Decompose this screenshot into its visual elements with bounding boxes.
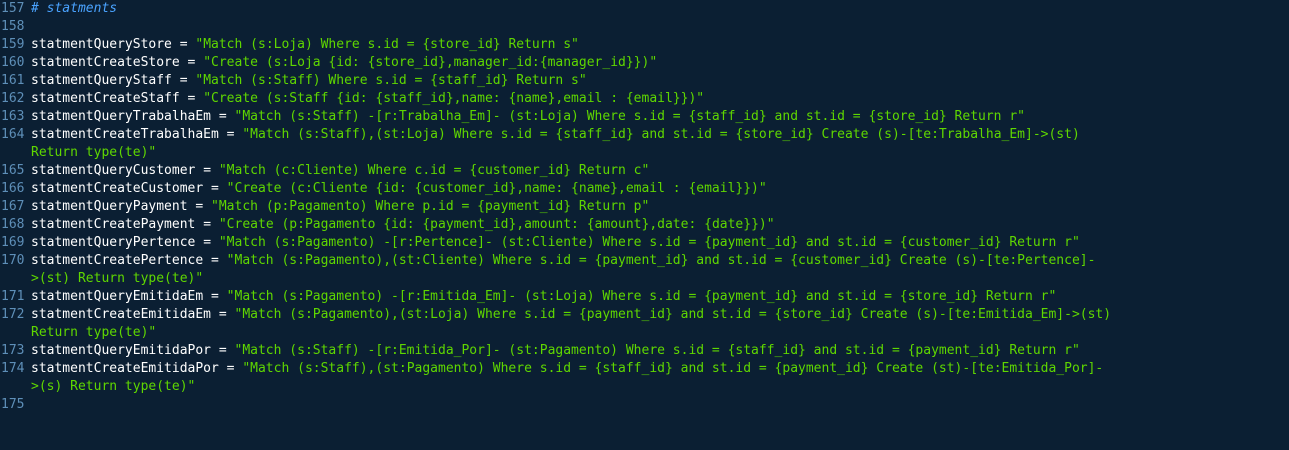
line-number: 174 xyxy=(1,361,25,376)
variable-name: statmentQueryEmitidaEm xyxy=(31,289,204,304)
line-number: 170 xyxy=(1,253,25,268)
line-number: 167 xyxy=(1,199,25,214)
code-line[interactable]: 163 statmentQueryTrabalhaEm = "Match (s:… xyxy=(0,108,1289,126)
assign-operator: = xyxy=(211,343,235,358)
line-number: 159 xyxy=(1,37,25,52)
line-number: 175 xyxy=(1,397,25,412)
assign-operator: = xyxy=(195,163,219,178)
assign-operator: = xyxy=(203,181,227,196)
line-number: 165 xyxy=(1,163,25,178)
code-line[interactable]: 165 statmentQueryCustomer = "Match (c:Cl… xyxy=(0,162,1289,180)
string-literal-continuation: Return type(te)" xyxy=(31,325,157,340)
code-line[interactable]: 168 statmentCreatePayment = "Create (p:P… xyxy=(0,216,1289,234)
string-literal: "Match (s:Pagamento) -[r:Pertence]- (st:… xyxy=(218,235,1080,250)
variable-name: statmentQueryPertence xyxy=(31,235,196,250)
variable-name: statmentQueryStaff xyxy=(31,73,172,88)
assign-operator: = xyxy=(203,289,227,304)
code-line[interactable]: 166 statmentCreateCustomer = "Create (c:… xyxy=(0,180,1289,198)
assign-operator: = xyxy=(179,55,204,70)
code-line[interactable]: 173 statmentQueryEmitidaPor = "Match (s:… xyxy=(0,342,1289,360)
variable-name: statmentCreateTrabalhaEm xyxy=(31,127,219,142)
line-number: 168 xyxy=(1,217,25,232)
line-number: 162 xyxy=(1,91,25,106)
code-comment: # statments xyxy=(31,1,118,16)
code-line[interactable]: 157 # statments xyxy=(0,0,1289,18)
variable-name: statmentQueryStore xyxy=(31,37,172,52)
string-literal: "Match (s:Pagamento),(st:Cliente) Where … xyxy=(226,253,1096,268)
line-number: 169 xyxy=(1,235,25,250)
variable-name: statmentCreateEmitidaPor xyxy=(31,361,219,376)
line-number: 164 xyxy=(1,127,25,142)
string-literal-continuation: >(s) Return type(te)" xyxy=(31,379,196,394)
line-number: 166 xyxy=(1,181,25,196)
assign-operator: = xyxy=(218,361,243,376)
variable-name: statmentQueryCustomer xyxy=(31,163,196,178)
string-literal: "Create (c:Cliente {id: {customer_id},na… xyxy=(226,181,767,196)
code-editor[interactable]: 157 # statments 158 159 statmentQuerySto… xyxy=(0,0,1289,412)
code-line[interactable]: 159 statmentQueryStore = "Match (s:Loja)… xyxy=(0,36,1289,54)
line-number: 172 xyxy=(1,307,25,322)
variable-name: statmentCreatePertence xyxy=(31,253,204,268)
string-literal: "Match (c:Cliente) Where c.id = {custome… xyxy=(218,163,650,178)
code-line[interactable]: 175 xyxy=(0,396,1289,414)
code-line[interactable]: 164 statmentCreateTrabalhaEm = "Match (s… xyxy=(0,126,1289,162)
variable-name: statmentQueryEmitidaPor xyxy=(31,343,212,358)
code-line[interactable]: 167 statmentQueryPayment = "Match (p:Pag… xyxy=(0,198,1289,216)
string-literal: "Match (s:Staff),(st:Pagamento) Where s.… xyxy=(242,361,1104,376)
assign-operator: = xyxy=(171,73,196,88)
code-line[interactable]: 172 statmentCreateEmitidaEm = "Match (s:… xyxy=(0,306,1289,342)
line-number: 171 xyxy=(1,289,25,304)
assign-operator: = xyxy=(179,91,204,106)
string-literal: "Create (s:Staff {id: {staff_id},name: {… xyxy=(203,91,705,106)
line-number: 161 xyxy=(1,73,25,88)
assign-operator: = xyxy=(218,127,243,142)
code-line[interactable]: 169 statmentQueryPertence = "Match (s:Pa… xyxy=(0,234,1289,252)
string-literal: "Match (s:Pagamento),(st:Loja) Where s.i… xyxy=(234,307,1112,322)
code-line[interactable]: 174 statmentCreateEmitidaPor = "Match (s… xyxy=(0,360,1289,396)
assign-operator: = xyxy=(211,307,235,322)
assign-operator: = xyxy=(211,109,235,124)
code-line[interactable]: 158 xyxy=(0,18,1289,36)
line-number: 157 xyxy=(1,1,25,16)
code-line[interactable]: 160 statmentCreateStore = "Create (s:Loj… xyxy=(0,54,1289,72)
variable-name: statmentCreateCustomer xyxy=(31,181,204,196)
variable-name: statmentQueryTrabalhaEm xyxy=(31,109,212,124)
code-line[interactable]: 161 statmentQueryStaff = "Match (s:Staff… xyxy=(0,72,1289,90)
variable-name: statmentCreateStaff xyxy=(31,91,180,106)
string-literal-continuation: >(st) Return type(te)" xyxy=(31,271,204,286)
assign-operator: = xyxy=(171,37,196,52)
line-number: 163 xyxy=(1,109,25,124)
code-line[interactable]: 170 statmentCreatePertence = "Match (s:P… xyxy=(0,252,1289,288)
string-literal: "Match (s:Staff) -[r:Trabalha_Em]- (st:L… xyxy=(234,109,1026,124)
assign-operator: = xyxy=(187,199,212,214)
assign-operator: = xyxy=(203,253,227,268)
string-literal: "Match (s:Staff),(st:Loja) Where s.id = … xyxy=(242,127,1080,142)
string-literal: "Create (s:Loja {id: {store_id},manager_… xyxy=(203,55,658,70)
line-number: 160 xyxy=(1,55,25,70)
assign-operator: = xyxy=(195,217,219,232)
string-literal: "Match (p:Pagamento) Where p.id = {payme… xyxy=(211,199,650,214)
string-literal: "Match (s:Loja) Where s.id = {store_id} … xyxy=(195,37,579,52)
string-literal: "Match (s:Pagamento) -[r:Emitida_Em]- (s… xyxy=(226,289,1057,304)
line-number: 158 xyxy=(1,19,25,34)
code-line[interactable]: 162 statmentCreateStaff = "Create (s:Sta… xyxy=(0,90,1289,108)
string-literal: "Create (p:Pagamento {id: {payment_id},a… xyxy=(218,217,775,232)
variable-name: statmentCreateEmitidaEm xyxy=(31,307,212,322)
line-number: 173 xyxy=(1,343,25,358)
string-literal: "Match (s:Staff) -[r:Emitida_Por]- (st:P… xyxy=(234,343,1080,358)
string-literal: "Match (s:Staff) Where s.id = {staff_id}… xyxy=(195,73,587,88)
variable-name: statmentCreateStore xyxy=(31,55,180,70)
string-literal-continuation: Return type(te)" xyxy=(31,145,157,160)
assign-operator: = xyxy=(195,235,219,250)
code-line[interactable]: 171 statmentQueryEmitidaEm = "Match (s:P… xyxy=(0,288,1289,306)
variable-name: statmentQueryPayment xyxy=(31,199,188,214)
variable-name: statmentCreatePayment xyxy=(31,217,196,232)
